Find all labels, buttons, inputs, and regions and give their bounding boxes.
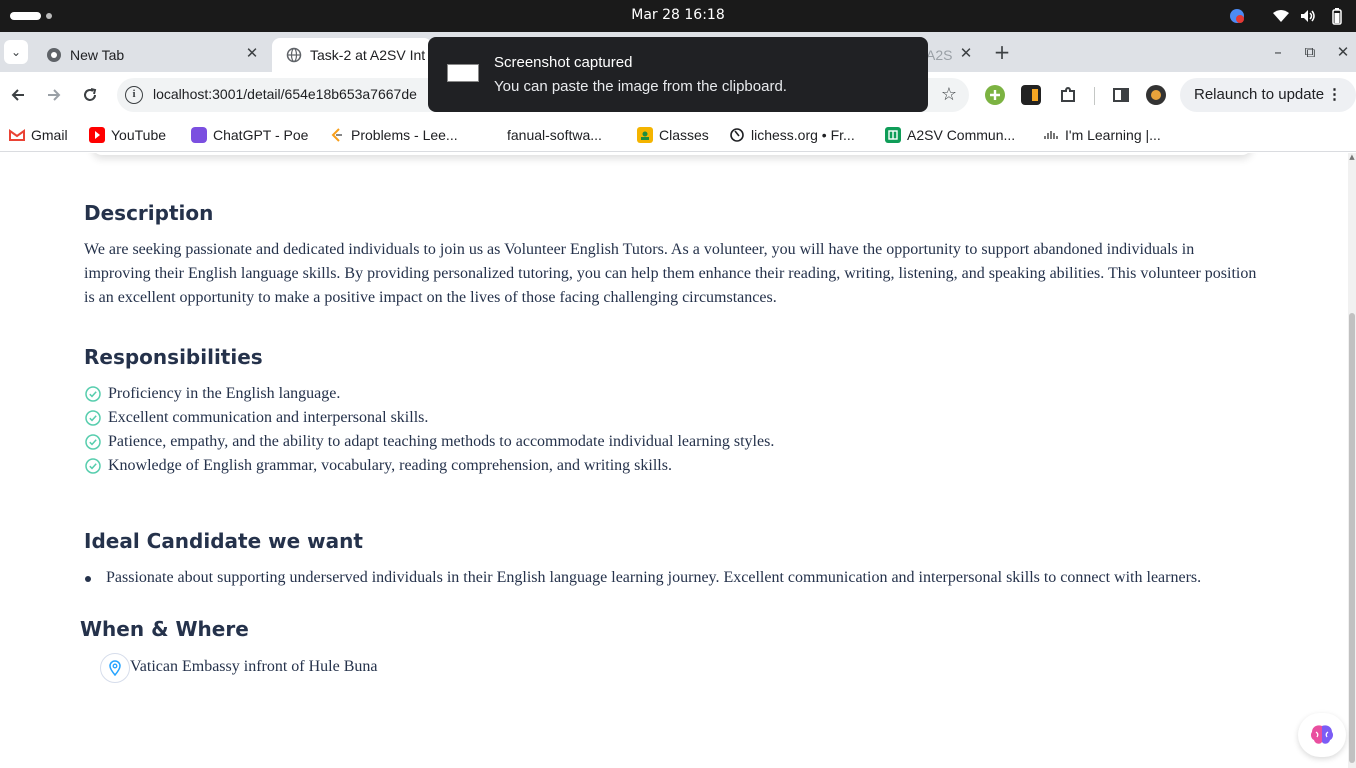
youtube-icon (89, 127, 105, 143)
bookmark-gmail[interactable]: Gmail (9, 123, 68, 147)
scroll-up-arrow-icon[interactable]: ▲ (1348, 153, 1356, 163)
bookmark-label: Classes (659, 127, 709, 143)
system-clock[interactable]: Mar 28 16:18 (0, 7, 1356, 23)
bookmark-label: ChatGPT - Poe (213, 127, 309, 143)
check-circle-icon (85, 458, 101, 474)
bookmark-star-icon[interactable]: ☆ (941, 84, 957, 105)
bookmark-problems-leetcode[interactable]: Problems - Lee... (329, 123, 458, 147)
page-content: Description We are seeking passionate an… (0, 153, 1348, 768)
responsibility-item: Excellent communication and interpersona… (85, 406, 428, 430)
check-circle-icon (85, 386, 101, 402)
toast-message: You can paste the image from the clipboa… (494, 78, 787, 95)
bookmark-label: I'm Learning |... (1065, 127, 1161, 143)
responsibility-text: Patience, empathy, and the ability to ad… (108, 433, 775, 450)
cisco-icon (1043, 127, 1059, 143)
check-circle-icon (85, 434, 101, 450)
lichess-icon (729, 127, 745, 143)
bookmark-youtube[interactable]: YouTube (89, 123, 166, 147)
location-pin-badge (100, 653, 130, 683)
classroom-icon (637, 127, 653, 143)
profile-avatar[interactable] (1146, 85, 1166, 105)
header-card (92, 153, 1252, 155)
responsibility-text: Knowledge of English grammar, vocabulary… (108, 457, 672, 474)
back-button[interactable] (6, 83, 30, 107)
bookmark-im-learning[interactable]: I'm Learning |... (1043, 123, 1161, 147)
tab-a2sv[interactable]: A2S ✕ (924, 38, 984, 72)
page-scrollbar[interactable]: ▲ (1348, 153, 1356, 768)
bookmarks-bar: Gmail YouTube ChatGPT - Poe Problems - L… (0, 118, 1356, 152)
leetcode-icon (329, 127, 345, 143)
tab-search-button[interactable]: ⌄ (4, 40, 28, 64)
wifi-icon[interactable] (1271, 6, 1291, 26)
reload-button[interactable] (78, 83, 102, 107)
bookmark-label: A2SV Commun... (907, 127, 1016, 143)
forward-button[interactable] (42, 83, 66, 107)
bookmark-label: lichess.org • Fr... (751, 127, 855, 143)
tab-title: A2S (926, 47, 953, 63)
more-menu-icon[interactable]: ⋮ (1327, 78, 1342, 112)
tab-task-2[interactable]: Task-2 at A2SV Int (272, 38, 432, 72)
bookmark-label: Gmail (31, 127, 68, 143)
description-line-1: We are seeking passionate and dedicated … (84, 241, 1195, 258)
check-circle-icon (85, 410, 101, 426)
site-info-icon[interactable]: i (125, 86, 143, 104)
brain-icon (1310, 725, 1334, 744)
close-icon[interactable]: ✕ (958, 46, 974, 62)
responsibilities-heading: Responsibilities (84, 345, 263, 369)
bullet-dot (85, 576, 91, 582)
screenshot-thumbnail (447, 64, 479, 82)
description-line-2: improving their English language skills.… (84, 265, 1257, 282)
volume-icon[interactable] (1299, 6, 1317, 26)
minimize-button[interactable]: – (1266, 40, 1290, 64)
bookmark-label: fanual-softwa... (507, 127, 602, 143)
toast-title: Screenshot captured (494, 54, 633, 71)
relaunch-label: Relaunch to update (1194, 86, 1325, 103)
responsibility-item: Proficiency in the English language. (85, 382, 340, 406)
responsibility-text: Proficiency in the English language. (108, 385, 341, 402)
screenshot-toast[interactable]: Screenshot captured You can paste the im… (428, 37, 928, 112)
ideal-candidate-heading: Ideal Candidate we want (84, 529, 363, 553)
extension-lh-icon[interactable] (1021, 85, 1041, 105)
tab-new-tab[interactable]: New Tab ✕ (32, 38, 270, 72)
responsibility-item: Knowledge of English grammar, vocabulary… (85, 454, 672, 478)
location-text: Vatican Embassy infront of Hule Buna (130, 658, 378, 675)
location-pin-icon (109, 660, 121, 676)
when-where-heading: When & Where (80, 617, 249, 641)
poe-icon (191, 127, 207, 143)
bookmark-lichess[interactable]: lichess.org • Fr... (729, 123, 855, 147)
bookmark-label: YouTube (111, 127, 167, 143)
relaunch-button[interactable]: Relaunch to update ⋮ (1180, 78, 1356, 112)
page-icon (485, 127, 501, 143)
scrollbar-thumb[interactable] (1349, 313, 1355, 763)
tab-title: Task-2 at A2SV Int (310, 47, 426, 63)
description-heading: Description (84, 201, 214, 225)
globe-icon (286, 47, 302, 63)
responsibility-item: Patience, empathy, and the ability to ad… (85, 430, 774, 454)
close-window-button[interactable]: ✕ (1331, 40, 1355, 64)
gmail-icon (9, 127, 25, 143)
bookmark-fanual-software[interactable]: fanual-softwa... (485, 123, 602, 147)
toolbar-divider (1094, 87, 1095, 105)
extensions-puzzle-icon[interactable] (1058, 85, 1078, 105)
tab-title: New Tab (70, 47, 125, 63)
responsibility-text: Excellent communication and interpersona… (108, 409, 429, 426)
maximize-button[interactable]: ⧉ (1298, 40, 1322, 64)
bookmark-a2sv-community[interactable]: A2SV Commun... (885, 123, 1015, 147)
description-line-3: is an excellent opportunity to make a po… (84, 289, 777, 306)
close-icon[interactable]: ✕ (244, 46, 260, 62)
new-tab-button[interactable]: + (990, 40, 1014, 64)
bookmark-classes[interactable]: Classes (637, 123, 709, 147)
extension-plus-icon[interactable] (985, 85, 1005, 105)
os-top-bar: Mar 28 16:18 (0, 0, 1356, 32)
battery-icon[interactable] (1328, 6, 1346, 26)
url-text[interactable]: localhost:3001/detail/654e18b653a7667de (153, 86, 417, 102)
notification-icon[interactable] (1228, 6, 1246, 26)
ideal-candidate-item: Passionate about supporting underserved … (106, 569, 1202, 586)
side-panel-icon[interactable] (1111, 85, 1131, 105)
bookmark-chatgpt-poe[interactable]: ChatGPT - Poe (191, 123, 308, 147)
assistant-brain-button[interactable] (1298, 713, 1346, 757)
sheets-icon (885, 127, 901, 143)
chrome-icon (46, 47, 62, 63)
bookmark-label: Problems - Lee... (351, 127, 458, 143)
